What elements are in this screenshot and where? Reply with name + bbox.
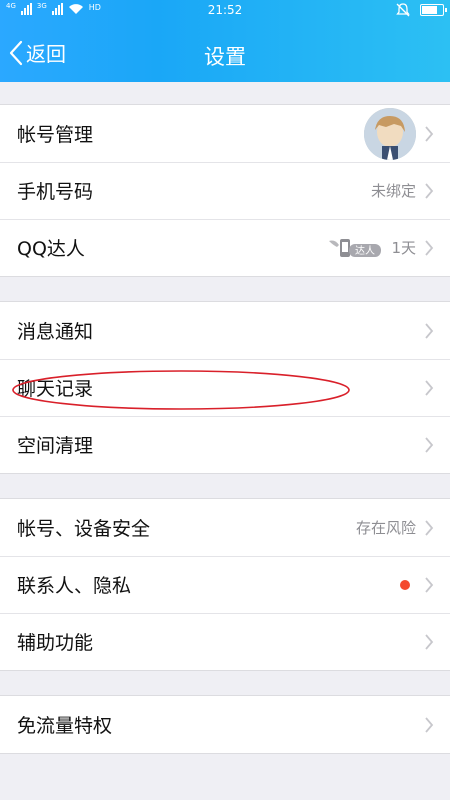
settings-item-notifications[interactable]: 消息通知	[0, 302, 450, 359]
status-right	[396, 3, 447, 17]
item-label: 免流量特权	[17, 715, 113, 737]
item-label: 帐号管理	[17, 124, 94, 146]
settings-group-security: 帐号、设备安全 存在风险 联系人、隐私 辅助功能	[0, 498, 450, 671]
settings-group-messages: 消息通知 聊天记录 空间清理	[0, 301, 450, 474]
settings-item-account-device-security[interactable]: 帐号、设备安全 存在风险	[0, 499, 450, 556]
item-right	[424, 436, 434, 454]
item-right: 存在风险	[356, 517, 434, 538]
chevron-right-icon	[425, 519, 434, 536]
item-label: 辅助功能	[17, 632, 94, 654]
settings-group-data: 免流量特权	[0, 695, 450, 754]
item-right	[364, 107, 434, 160]
chevron-right-icon	[425, 379, 434, 396]
chevron-right-icon	[425, 239, 434, 256]
chevron-right-icon	[425, 576, 434, 593]
chevron-right-icon	[425, 322, 434, 339]
settings-item-accessibility[interactable]: 辅助功能	[0, 613, 450, 670]
chevron-right-icon	[425, 125, 434, 142]
battery-icon	[420, 4, 447, 16]
page-title: 设置	[204, 45, 246, 69]
settings-group-account: 帐号管理 手机号码 未绑定 QQ达人 达人 1天	[0, 104, 450, 277]
badge-text: 达人	[355, 245, 375, 257]
chevron-right-icon	[425, 716, 434, 733]
status-bar: 4G 3G HD 21:52	[0, 0, 450, 22]
chevron-right-icon	[425, 436, 434, 453]
settings-item-account-management[interactable]: 帐号管理	[0, 105, 450, 162]
item-right	[424, 379, 434, 397]
phone-status: 未绑定	[370, 182, 416, 200]
item-right: 达人 1天	[327, 235, 434, 261]
settings-item-space-cleanup[interactable]: 空间清理	[0, 416, 450, 473]
item-label: 空间清理	[17, 435, 94, 457]
chevron-right-icon	[425, 633, 434, 650]
red-dot-badge	[400, 579, 410, 590]
avatar-illustration	[364, 107, 416, 160]
item-label: 手机号码	[17, 181, 94, 203]
item-right	[424, 633, 434, 651]
settings-item-phone[interactable]: 手机号码 未绑定	[0, 162, 450, 219]
item-right: 未绑定	[371, 180, 434, 201]
mute-bell-icon	[396, 3, 410, 17]
avatar	[364, 107, 416, 160]
settings-item-contacts-privacy[interactable]: 联系人、隐私	[0, 556, 450, 613]
item-label: QQ达人	[17, 238, 85, 260]
item-right	[424, 322, 434, 340]
header-bar: 4G 3G HD 21:52 返回 设置	[0, 0, 450, 82]
winged-phone-icon: 达人	[329, 238, 382, 257]
item-label: 消息通知	[17, 321, 94, 343]
settings-item-chat-history[interactable]: 聊天记录	[0, 359, 450, 416]
expert-days: 1天	[391, 239, 416, 257]
item-label: 联系人、隐私	[17, 575, 132, 597]
settings-item-qq-expert[interactable]: QQ达人 达人 1天	[0, 219, 450, 276]
chevron-right-icon	[425, 182, 434, 199]
item-right	[424, 716, 434, 734]
item-label: 聊天记录	[17, 378, 94, 400]
settings-item-free-data[interactable]: 免流量特权	[0, 696, 450, 753]
clock: 21:52	[207, 3, 243, 17]
security-status: 存在风险	[355, 519, 416, 537]
item-right	[400, 576, 434, 594]
expert-badge: 达人	[327, 235, 383, 261]
item-label: 帐号、设备安全	[17, 518, 151, 540]
